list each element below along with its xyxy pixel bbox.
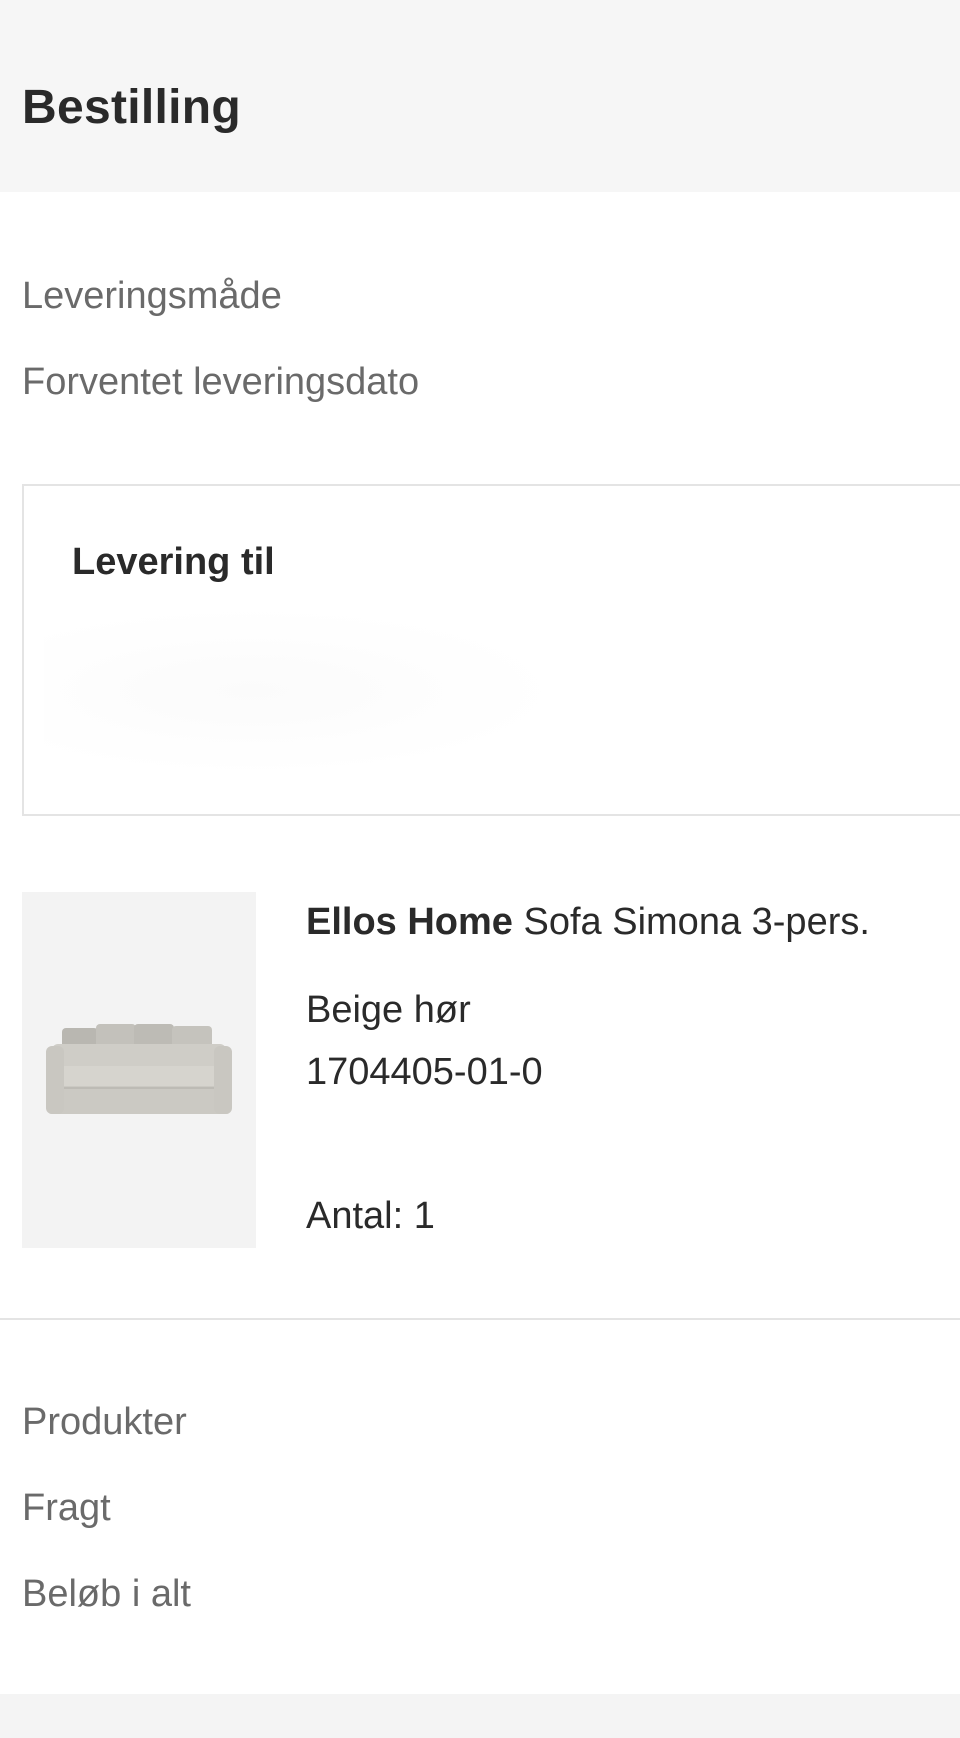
product-title: Sofa Simona 3-pers. <box>523 901 870 943</box>
product-quantity: Antal: 1 <box>306 1195 435 1237</box>
page-title: Bestilling <box>22 81 242 134</box>
section-divider <box>0 1318 960 1320</box>
product-color: Beige hør <box>306 989 471 1031</box>
redacted-address <box>44 606 564 776</box>
shipping-label: Fragt <box>22 1487 111 1529</box>
expected-delivery-date-label: Forventet leveringsdato <box>22 361 420 403</box>
products-total-label: Produkter <box>22 1401 187 1443</box>
delivery-address-title: Levering til <box>72 541 275 583</box>
product-brand: Ellos Home <box>306 901 513 943</box>
product-sku: 1704405-01-0 <box>306 1051 543 1093</box>
page-header: Bestilling <box>0 0 960 192</box>
delivery-method-label: Leveringsmåde <box>22 275 282 317</box>
delivery-address-box: Levering til <box>22 484 960 816</box>
sofa-image <box>46 1024 232 1114</box>
grand-total-label: Beløb i alt <box>22 1573 191 1615</box>
product-image[interactable] <box>22 892 256 1248</box>
footer-band <box>0 1694 960 1738</box>
product-name[interactable]: Ellos Home Sofa Simona 3-pers. <box>306 898 870 946</box>
